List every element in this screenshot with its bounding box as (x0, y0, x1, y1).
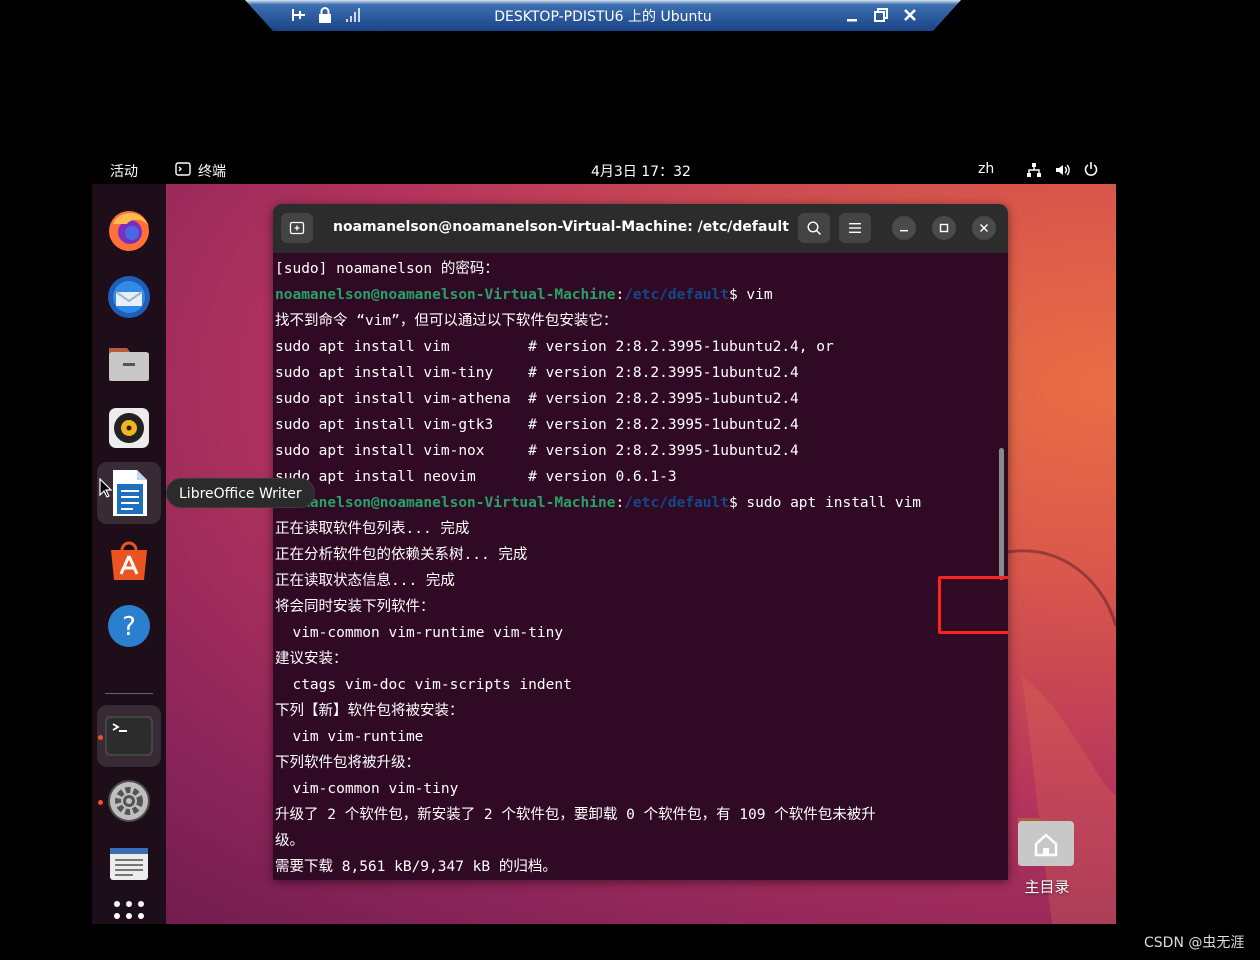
home-folder-icon[interactable] (1016, 812, 1076, 868)
terminal-line: ctags vim-doc vim-scripts indent (275, 677, 572, 693)
terminal-line: sudo apt install neovim # version 0.6.1-… (275, 469, 677, 485)
terminal-line: vim vim-runtime (275, 729, 424, 745)
search-button[interactable] (798, 213, 830, 243)
close-button[interactable] (972, 216, 996, 240)
hamburger-menu-icon (849, 223, 861, 233)
thunderbird-icon[interactable] (105, 272, 153, 320)
terminal-line: vim-common vim-runtime vim-tiny (275, 625, 564, 641)
mouse-cursor-icon (99, 478, 113, 498)
terminal-line: 下列【新】软件包将被安装： (275, 703, 464, 719)
terminal-line: 正在分析软件包的依赖关系树... 完成 (275, 547, 528, 563)
home-folder-label: 主目录 (1024, 878, 1070, 896)
terminal-line: sudo apt install vim-athena # version 2:… (275, 391, 799, 407)
command-text: sudo apt install vim (737, 495, 922, 511)
dock-separator (105, 693, 153, 694)
prompt-user-host: noamanelson@noamanelson-Virtual-Machine (275, 495, 616, 511)
terminal-title: noamanelson@noamanelson-Virtual-Machine:… (333, 219, 789, 235)
close-icon[interactable] (901, 6, 919, 24)
terminal-line: 级。 (275, 833, 304, 849)
terminal-line: 建议安装： (275, 651, 348, 667)
minimize-icon (900, 230, 908, 232)
terminal-header: noamanelson@noamanelson-Virtual-Machine:… (273, 204, 1008, 253)
restore-icon[interactable] (872, 6, 890, 24)
dock: ? (92, 184, 166, 924)
volume-icon[interactable] (1055, 162, 1071, 182)
terminal-line: 正在读取状态信息... 完成 (275, 573, 455, 589)
search-icon (807, 221, 821, 235)
running-indicator (98, 735, 103, 740)
terminal-line: 将会同时安装下列软件： (275, 599, 435, 615)
terminal-output[interactable]: [sudo] noamanelson 的密码： noamanelson@noam… (273, 253, 1008, 880)
clock[interactable]: 4月3日 17：32 (591, 161, 691, 181)
close-icon (980, 224, 988, 232)
app-menu[interactable]: 终端 (198, 161, 226, 181)
rdp-connection-bar: DESKTOP-PDISTU6 上的 Ubuntu (245, 0, 961, 32)
prompt-path: /etc/default (624, 287, 729, 303)
terminal-line: 下列软件包将被升级： (275, 755, 420, 771)
network-icon[interactable] (1026, 162, 1042, 182)
new-tab-button[interactable] (281, 213, 313, 243)
prompt-path: /etc/default (624, 495, 729, 511)
terminal-line: 找不到命令 “vim”，但可以通过以下软件包安装它： (275, 313, 618, 329)
terminal-line: sudo apt install vim # version 2:8.2.399… (275, 339, 834, 355)
terminal-line-prompt: noamanelson@noamanelson-Virtual-Machine:… (275, 490, 1008, 516)
svg-text:?: ? (122, 612, 136, 642)
app-center-icon[interactable] (105, 536, 153, 584)
minimize-icon[interactable] (843, 6, 861, 24)
terminal-line: sudo apt install vim-nox # version 2:8.2… (275, 443, 799, 459)
highlight-box (938, 576, 1008, 634)
new-tab-icon (289, 221, 305, 235)
help-icon[interactable]: ? (105, 602, 153, 650)
maximize-button[interactable] (932, 216, 956, 240)
terminal-line-prompt: noamanelson@noamanelson-Virtual-Machine:… (275, 282, 1008, 308)
command-text: vim (737, 287, 773, 303)
settings-icon[interactable] (105, 777, 153, 825)
power-icon[interactable] (1083, 161, 1099, 181)
terminal-app-icon (175, 162, 191, 180)
activities-button[interactable]: 活动 (110, 161, 138, 181)
watermark: CSDN @虫无涯 (1144, 935, 1245, 951)
input-method[interactable]: zh (978, 161, 994, 177)
maximize-icon (939, 223, 949, 233)
menu-button[interactable] (839, 213, 871, 243)
show-apps-icon[interactable] (105, 890, 153, 924)
terminal-line: sudo apt install vim-gtk3 # version 2:8.… (275, 417, 799, 433)
prompt-separator: : (615, 495, 625, 511)
prompt-symbol: $ (728, 495, 738, 511)
terminal-icon[interactable] (97, 705, 161, 767)
files-icon[interactable] (105, 338, 153, 386)
prompt-separator: : (615, 287, 625, 303)
dock-tooltip: LibreOffice Writer (166, 478, 315, 508)
text-editor-icon[interactable] (105, 840, 153, 888)
terminal-scrollbar[interactable] (999, 448, 1004, 580)
terminal-window: noamanelson@noamanelson-Virtual-Machine:… (273, 204, 1008, 880)
terminal-line: [sudo] noamanelson 的密码： (275, 261, 499, 277)
minimize-button[interactable] (892, 216, 916, 240)
rhythmbox-icon[interactable] (105, 404, 153, 452)
ubuntu-desktop: 活动 终端 4月3日 17：32 zh ? noamanelson@noaman… (92, 156, 1116, 924)
terminal-line: vim-common vim-tiny (275, 781, 459, 797)
terminal-line: 升级了 2 个软件包，新安装了 2 个软件包，要卸载 0 个软件包，有 109 … (275, 807, 876, 823)
prompt-symbol: $ (728, 287, 738, 303)
prompt-user-host: noamanelson@noamanelson-Virtual-Machine (275, 287, 616, 303)
top-bar: 活动 终端 4月3日 17：32 zh (92, 156, 1116, 184)
firefox-icon[interactable] (105, 206, 153, 254)
terminal-line: sudo apt install vim-tiny # version 2:8.… (275, 365, 799, 381)
terminal-line: 正在读取软件包列表... 完成 (275, 521, 470, 537)
terminal-line: 需要下载 8,561 kB/9,347 kB 的归档。 (275, 859, 557, 875)
running-indicator (98, 800, 103, 805)
